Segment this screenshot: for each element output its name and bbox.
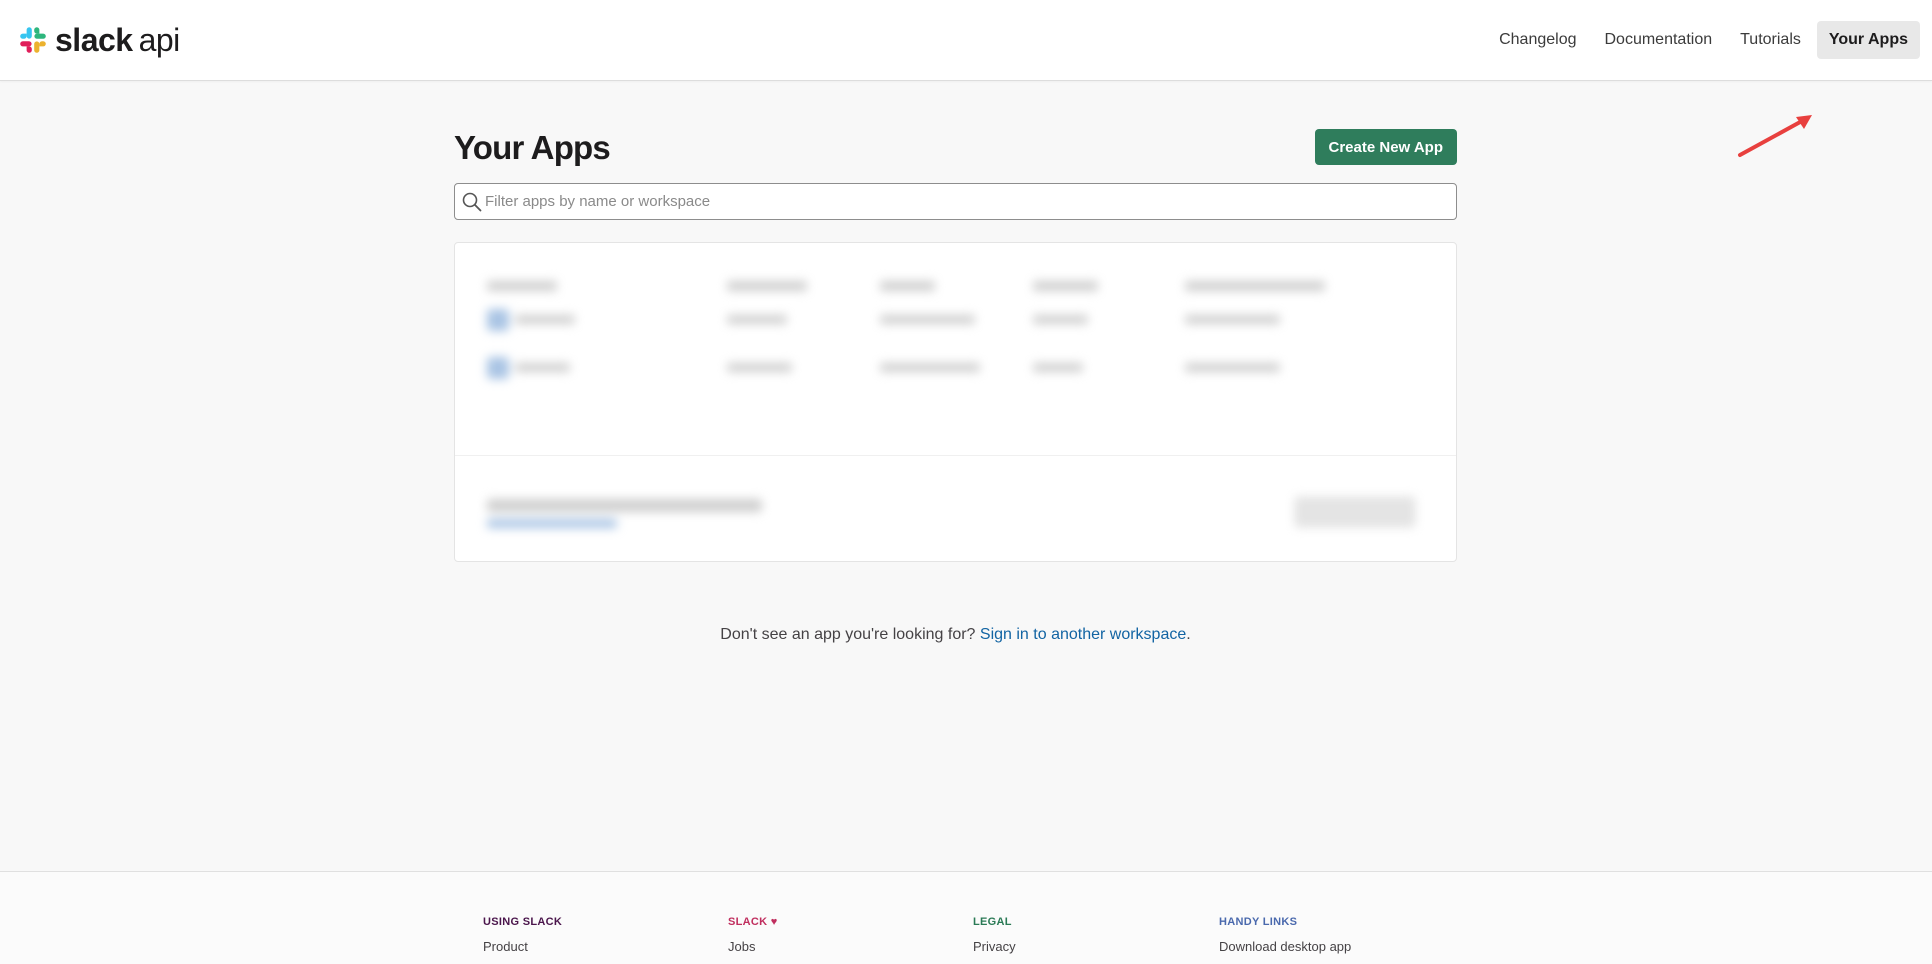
search-icon — [462, 192, 482, 212]
nav-tutorials[interactable]: Tutorials — [1728, 21, 1813, 59]
help-end: . — [1186, 626, 1191, 643]
slack-api-logo[interactable]: slack api — [19, 22, 180, 58]
footer-heading-slack-text: SLACK — [728, 916, 768, 928]
footer-link-jobs[interactable]: Jobs — [728, 939, 778, 954]
brand-wordmark: slack api — [55, 22, 180, 58]
create-new-app-button[interactable]: Create New App — [1314, 129, 1457, 165]
nav-your-apps[interactable]: Your Apps — [1816, 21, 1920, 59]
page-title: Your Apps — [454, 129, 611, 166]
footer-column-using-slack: USING SLACK Product — [483, 916, 562, 954]
footer-link-privacy[interactable]: Privacy — [973, 939, 1016, 954]
footer-column-slack: SLACK ♥ Jobs — [728, 916, 778, 954]
card-divider — [455, 455, 1456, 456]
nav-changelog[interactable]: Changelog — [1487, 21, 1588, 59]
footer-heading-legal: LEGAL — [973, 916, 1012, 928]
footer-heading-using-slack: USING SLACK — [483, 916, 563, 928]
footer-column-legal: LEGAL Privacy — [973, 916, 1016, 954]
footer-link-product[interactable]: Product — [483, 939, 562, 954]
sign-in-another-workspace-link[interactable]: Sign in to another workspace — [980, 626, 1186, 643]
top-nav: Changelog Documentation Tutorials Your A… — [1487, 21, 1920, 59]
blurred-promo-row — [455, 461, 1456, 561]
footer-heading-handy-links: HANDY LINKS — [1219, 916, 1298, 928]
slack-logo-icon — [20, 27, 46, 53]
blurred-apps-table — [455, 243, 1456, 483]
footer-column-handy-links: HANDY LINKS Download desktop app — [1219, 916, 1351, 954]
apps-list-card — [454, 242, 1457, 562]
filter-apps-input[interactable] — [485, 184, 1445, 219]
brand-light: api — [138, 22, 181, 58]
nav-documentation[interactable]: Documentation — [1593, 21, 1725, 59]
help-text: Don't see an app you're looking for? — [720, 626, 976, 643]
annotation-arrow-icon — [1738, 115, 1812, 157]
top-navigation-bar: slack api Changelog Documentation Tutoria… — [0, 0, 1932, 81]
filter-search-box[interactable] — [454, 183, 1457, 220]
footer-link-download-desktop-app[interactable]: Download desktop app — [1219, 939, 1351, 954]
footer-heading-slack: SLACK ♥ — [728, 916, 778, 928]
heart-icon: ♥ — [770, 916, 778, 928]
footer: USING SLACK Product SLACK ♥ Jobs LEGAL P… — [0, 871, 1932, 964]
brand-bold: slack — [55, 22, 133, 58]
sign-in-help: Don't see an app you're looking for? Sig… — [454, 626, 1457, 644]
